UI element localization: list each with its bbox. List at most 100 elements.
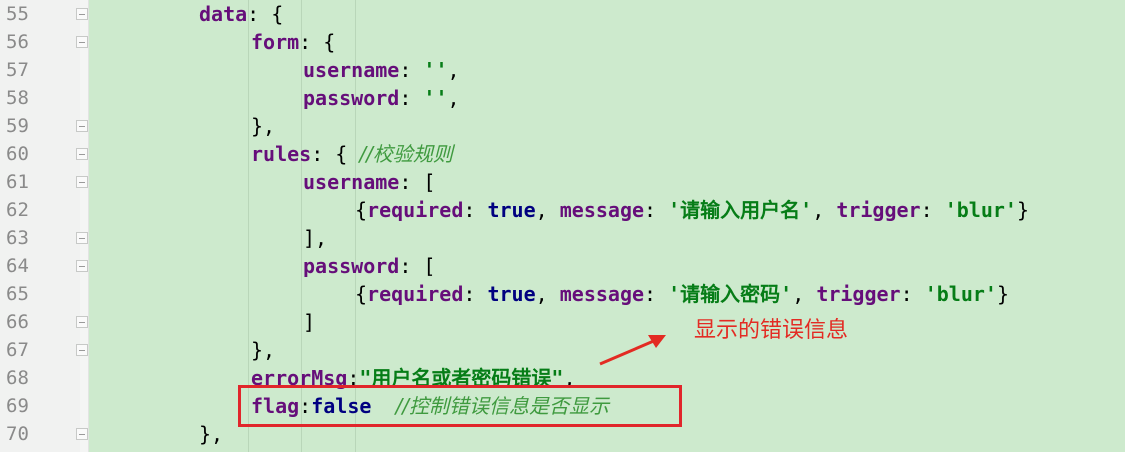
code-text: username: [ — [303, 168, 435, 196]
code-token: : { — [247, 2, 284, 26]
code-token: , — [812, 198, 837, 222]
fold-marker-icon[interactable] — [76, 316, 88, 328]
line-number: 67 — [6, 339, 29, 361]
code-token: : [ — [399, 170, 436, 194]
code-token: : — [463, 282, 488, 306]
code-token: 'blur' — [924, 282, 997, 306]
code-text: data: { — [199, 0, 283, 28]
code-token: , — [535, 282, 560, 306]
fold-marker-icon[interactable] — [76, 260, 88, 272]
annotation-arrow-icon — [599, 335, 666, 366]
code-token: { — [355, 282, 368, 306]
fold-marker-icon[interactable] — [76, 8, 88, 20]
code-token: : — [399, 58, 424, 82]
line-number: 68 — [6, 367, 29, 389]
code-line: 60 rules: { //校验规则 — [0, 140, 1125, 168]
code-token: }, — [251, 114, 276, 138]
code-line: 66] — [0, 308, 1125, 336]
line-number: 64 — [6, 255, 29, 277]
code-token: '请输入用户名' — [668, 198, 813, 222]
line-number: 69 — [6, 395, 29, 417]
fold-marker-icon[interactable] — [76, 176, 88, 188]
code-line: 65 {required: true, message: '请输入密码', tri… — [0, 280, 1125, 308]
line-number: 58 — [6, 87, 29, 109]
code-token: , — [447, 86, 460, 110]
code-token: username — [303, 58, 400, 82]
code-token: : — [644, 282, 669, 306]
code-text: rules: { //校验规则 — [251, 140, 453, 168]
fold-marker-icon[interactable] — [76, 148, 88, 160]
code-token: , — [792, 282, 817, 306]
annotation-note: 显示的错误信息 — [694, 318, 849, 343]
line-number: 62 — [6, 199, 29, 221]
line-number: 63 — [6, 227, 29, 249]
code-token: ], — [303, 226, 328, 250]
code-token: '请输入密码' — [668, 282, 793, 306]
code-token: ] — [303, 310, 316, 334]
code-line: 57 username: '', — [0, 56, 1125, 84]
line-number: 56 — [6, 31, 29, 53]
code-token: { — [355, 198, 368, 222]
code-line: 67}, — [0, 336, 1125, 364]
code-token: , — [535, 198, 560, 222]
code-token: required — [367, 198, 464, 222]
code-token: } — [996, 282, 1009, 306]
code-token: form — [251, 30, 300, 54]
code-token: : { — [299, 30, 336, 54]
code-token: rules — [251, 142, 312, 166]
code-token: //校验规则 — [359, 142, 453, 166]
line-number: 57 — [6, 59, 29, 81]
fold-marker-icon[interactable] — [76, 120, 88, 132]
code-text: ], — [303, 224, 327, 252]
code-token: } — [1016, 198, 1029, 222]
code-line: 61 username: [ — [0, 168, 1125, 196]
code-token: : { — [311, 142, 360, 166]
code-text: }, — [251, 336, 275, 364]
code-token: trigger — [836, 198, 921, 222]
code-text: {required: true, message: '请输入密码', trigg… — [355, 280, 1009, 308]
code-token: : — [644, 198, 669, 222]
code-line: 64 password: [ — [0, 252, 1125, 280]
line-number: 60 — [6, 143, 29, 165]
code-text: password: [ — [303, 252, 435, 280]
line-number: 70 — [6, 423, 29, 445]
code-token: : — [900, 282, 925, 306]
code-line: 56 form: { — [0, 28, 1125, 56]
code-token: password — [303, 86, 400, 110]
code-line: 55 data: { — [0, 0, 1125, 28]
code-token: true — [487, 282, 536, 306]
highlight-box — [238, 385, 682, 427]
code-token: true — [487, 198, 536, 222]
code-text: }, — [199, 420, 223, 448]
line-number: 61 — [6, 171, 29, 193]
fold-marker-icon[interactable] — [76, 428, 88, 440]
code-token: : — [399, 86, 424, 110]
code-text: }, — [251, 112, 275, 140]
code-text: ] — [303, 308, 315, 336]
code-text: {required: true, message: '请输入用户名', trig… — [355, 196, 1029, 224]
code-token: '' — [423, 86, 448, 110]
line-number: 65 — [6, 283, 29, 305]
code-token: : [ — [399, 254, 436, 278]
code-line: 58 password: '', — [0, 84, 1125, 112]
line-number: 55 — [6, 3, 29, 25]
code-line: 63], — [0, 224, 1125, 252]
code-token: required — [367, 282, 464, 306]
code-text: form: { — [251, 28, 335, 56]
code-token: message — [559, 198, 645, 222]
code-line: 59}, — [0, 112, 1125, 140]
line-number: 66 — [6, 311, 29, 333]
code-token: }, — [251, 338, 276, 362]
code-token: username — [303, 170, 400, 194]
fold-marker-icon[interactable] — [76, 232, 88, 244]
code-token: : — [920, 198, 945, 222]
code-token: data — [199, 2, 248, 26]
fold-marker-icon[interactable] — [76, 36, 88, 48]
line-number: 59 — [6, 115, 29, 137]
code-token: '' — [423, 58, 448, 82]
code-text: password: '', — [303, 84, 460, 112]
code-token: password — [303, 254, 400, 278]
fold-marker-icon[interactable] — [76, 344, 88, 356]
code-token: trigger — [816, 282, 901, 306]
code-token: message — [559, 282, 645, 306]
